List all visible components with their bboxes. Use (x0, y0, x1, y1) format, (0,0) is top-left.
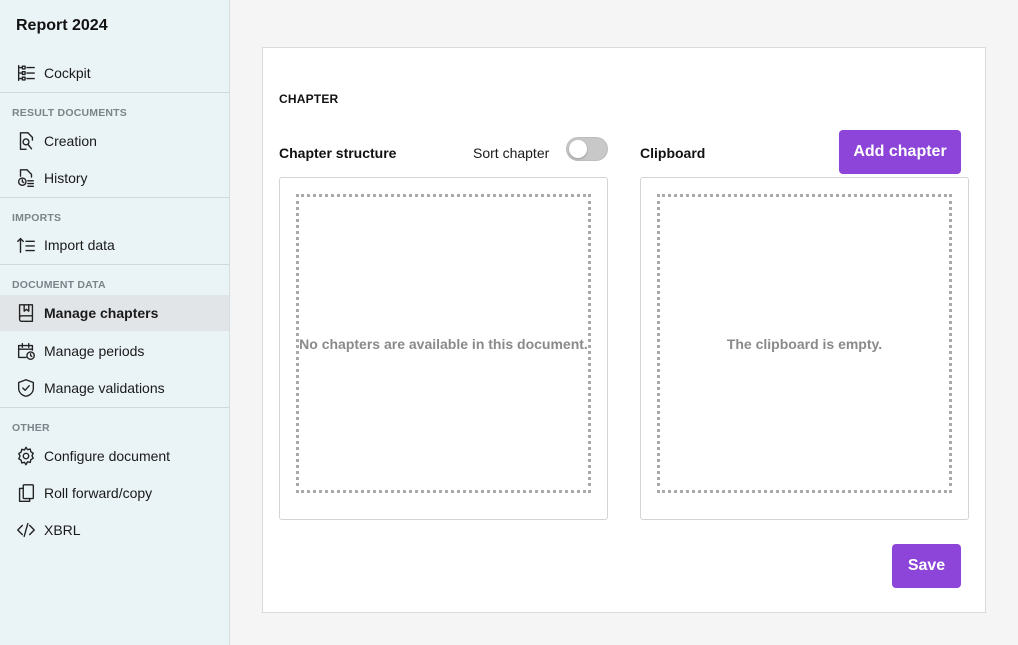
sidebar-item-label: Manage validations (44, 380, 165, 396)
cockpit-icon (14, 61, 38, 85)
sidebar-item-label: History (44, 170, 88, 186)
sidebar-item-configure-document[interactable]: Configure document (0, 438, 229, 474)
section-label-other: OTHER (12, 422, 50, 434)
sidebar-divider (0, 92, 229, 93)
history-icon (14, 166, 38, 190)
sidebar-item-label: Creation (44, 133, 97, 149)
sidebar-item-label: Manage periods (44, 343, 145, 359)
gear-icon (14, 444, 38, 468)
chapter-structure-box: No chapters are available in this docume… (279, 177, 608, 520)
save-button[interactable]: Save (892, 544, 961, 588)
sidebar-item-label: Roll forward/copy (44, 485, 153, 501)
sort-chapter-label: Sort chapter (473, 145, 550, 161)
sidebar-item-label: Manage chapters (44, 305, 159, 321)
sidebar-item-label: Configure document (44, 448, 171, 464)
toggle-knob (569, 140, 587, 158)
copy-document-icon (14, 481, 38, 505)
sidebar-divider (0, 264, 229, 265)
sidebar-item-cockpit[interactable]: Cockpit (0, 55, 229, 91)
panel-heading: CHAPTER (279, 92, 339, 106)
add-chapter-button[interactable]: Add chapter (839, 130, 961, 174)
import-icon (14, 233, 38, 257)
section-label-imports: IMPORTS (12, 212, 62, 224)
code-icon (14, 518, 38, 542)
sidebar-item-roll-forward[interactable]: Roll forward/copy (0, 475, 229, 511)
clipboard-title: Clipboard (640, 145, 706, 161)
calendar-clock-icon (14, 339, 38, 363)
sidebar: Report 2024 Cockpit RESULT DOCUMENTS Cre… (0, 0, 230, 645)
chapter-empty-message: No chapters are available in this docume… (299, 335, 588, 352)
sort-chapter-toggle[interactable] (566, 137, 608, 161)
document-title: Report 2024 (16, 17, 108, 34)
sidebar-item-creation[interactable]: Creation (0, 123, 229, 159)
sidebar-item-manage-validations[interactable]: Manage validations (0, 370, 229, 406)
sidebar-item-manage-periods[interactable]: Manage periods (0, 333, 229, 369)
chapter-panel: CHAPTER Chapter structure Sort chapter C… (262, 47, 986, 613)
section-label-document-data: DOCUMENT DATA (12, 279, 106, 291)
clipboard-box: The clipboard is empty. (640, 177, 969, 520)
section-label-result-documents: RESULT DOCUMENTS (12, 107, 128, 119)
chapter-dropzone[interactable]: No chapters are available in this docume… (296, 194, 591, 493)
sidebar-item-label: XBRL (44, 522, 81, 538)
sidebar-divider (0, 197, 229, 198)
shield-check-icon (14, 376, 38, 400)
sidebar-item-label: Import data (44, 237, 115, 253)
sidebar-item-import-data[interactable]: Import data (0, 227, 229, 263)
document-create-icon (14, 129, 38, 153)
clipboard-empty-message: The clipboard is empty. (726, 335, 883, 352)
sidebar-item-label: Cockpit (44, 65, 91, 81)
sidebar-item-xbrl[interactable]: XBRL (0, 512, 229, 548)
book-bookmark-icon (14, 301, 38, 325)
chapter-structure-title: Chapter structure (279, 145, 397, 161)
clipboard-dropzone[interactable]: The clipboard is empty. (657, 194, 952, 493)
sidebar-item-history[interactable]: History (0, 160, 229, 196)
sidebar-divider (0, 407, 229, 408)
sidebar-item-manage-chapters[interactable]: Manage chapters (0, 295, 229, 331)
